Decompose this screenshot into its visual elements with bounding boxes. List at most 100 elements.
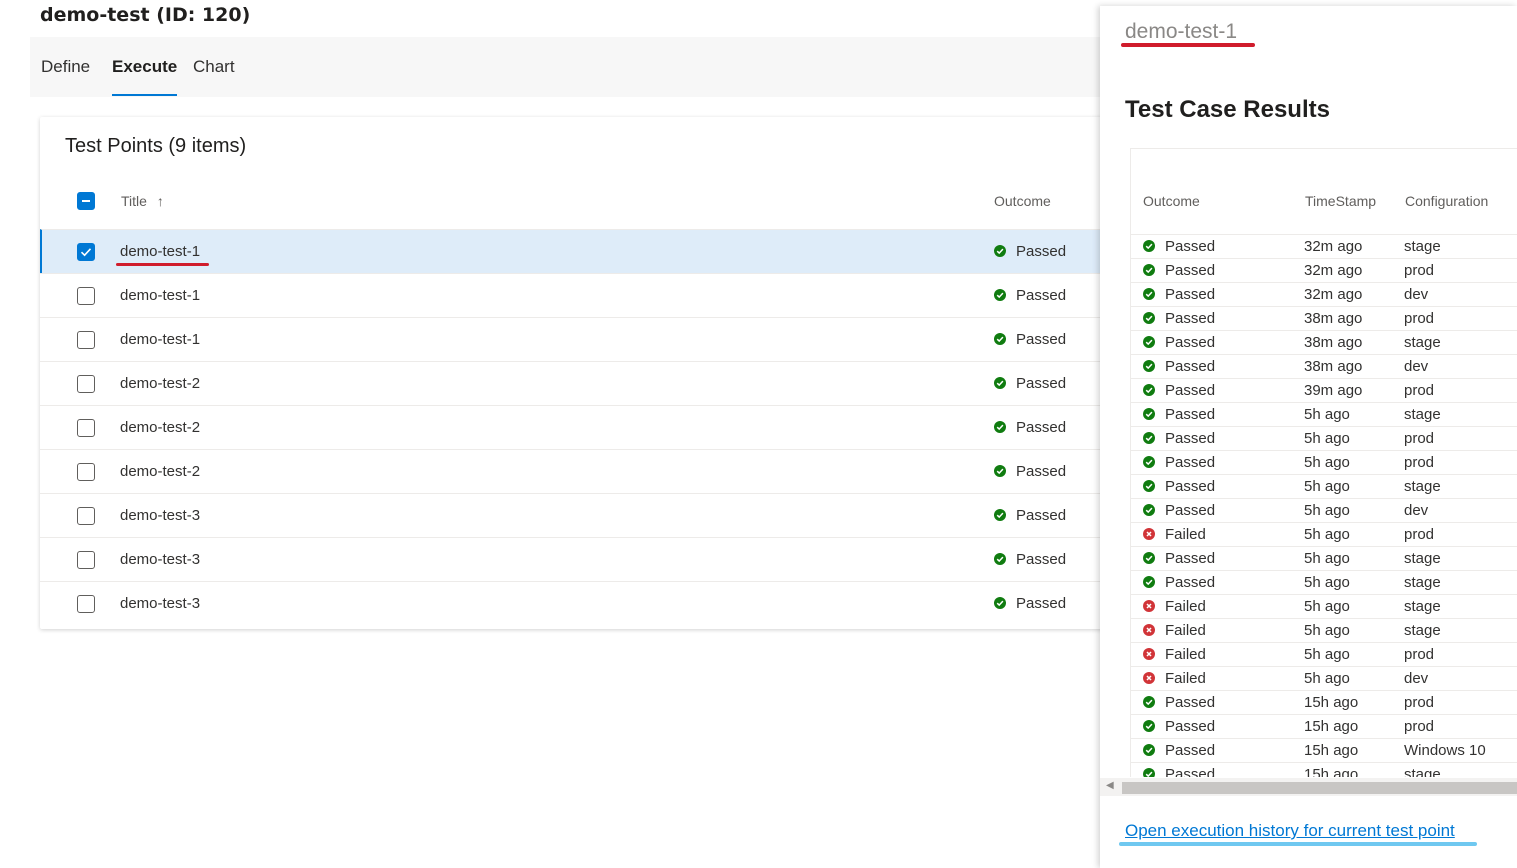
annotation-underline: [1119, 842, 1477, 846]
test-point-title[interactable]: demo-test-2: [120, 463, 200, 480]
result-outcome-label: Passed: [1165, 502, 1216, 519]
test-point-outcome: Passed: [994, 287, 1066, 304]
result-row[interactable]: Passed 32m ago dev: [1131, 282, 1517, 306]
test-point-title[interactable]: demo-test-3: [120, 551, 200, 568]
result-outcome-label: Failed: [1165, 526, 1206, 543]
outcome-label: Passed: [1016, 463, 1067, 480]
test-point-row[interactable]: demo-test-2 Passed: [40, 405, 1110, 449]
result-configuration: dev: [1404, 286, 1429, 303]
horizontal-scrollbar[interactable]: ◀: [1100, 778, 1517, 796]
result-row[interactable]: Passed 5h ago prod: [1131, 426, 1517, 450]
row-checkbox[interactable]: [77, 331, 95, 349]
test-point-title[interactable]: demo-test-3: [120, 595, 200, 612]
result-row[interactable]: Failed 5h ago prod: [1131, 642, 1517, 666]
test-point-row[interactable]: demo-test-2 Passed: [40, 449, 1110, 493]
open-execution-history-link[interactable]: Open execution history for current test …: [1125, 821, 1455, 841]
results-column-configuration[interactable]: Configuration: [1405, 193, 1488, 209]
result-row[interactable]: Passed 38m ago dev: [1131, 354, 1517, 378]
test-point-row[interactable]: demo-test-1 Passed: [40, 229, 1110, 273]
test-point-title[interactable]: demo-test-2: [120, 375, 200, 392]
result-outcome: Passed: [1143, 262, 1215, 279]
passed-status-icon: [1143, 552, 1155, 564]
result-outcome-label: Passed: [1165, 550, 1216, 567]
test-point-row[interactable]: demo-test-1 Passed: [40, 317, 1110, 361]
passed-status-icon: [1143, 240, 1155, 252]
result-outcome: Passed: [1143, 358, 1215, 375]
row-checkbox[interactable]: [77, 419, 95, 437]
result-row[interactable]: Failed 5h ago stage: [1131, 594, 1517, 618]
test-point-title[interactable]: demo-test-3: [120, 507, 200, 524]
result-configuration: stage: [1404, 478, 1441, 495]
result-row[interactable]: Passed 32m ago prod: [1131, 258, 1517, 282]
test-case-results-heading: Test Case Results: [1125, 96, 1330, 123]
passed-status-icon: [1143, 312, 1155, 324]
row-checkbox[interactable]: [77, 287, 95, 305]
row-checkbox[interactable]: [77, 463, 95, 481]
result-row[interactable]: Passed 39m ago prod: [1131, 378, 1517, 402]
passed-status-icon: [1143, 696, 1155, 708]
result-outcome-label: Passed: [1165, 718, 1216, 735]
result-row[interactable]: Passed 15h ago stage: [1131, 762, 1517, 777]
test-point-row[interactable]: demo-test-3 Passed: [40, 537, 1110, 581]
result-timestamp: 5h ago: [1304, 406, 1350, 423]
result-configuration: prod: [1404, 382, 1435, 399]
result-row[interactable]: Passed 5h ago stage: [1131, 570, 1517, 594]
test-point-row[interactable]: demo-test-1 Passed: [40, 273, 1110, 317]
result-timestamp: 32m ago: [1304, 238, 1363, 255]
failed-status-icon: [1143, 600, 1155, 612]
tab-execute[interactable]: Execute: [112, 57, 178, 96]
column-header-title[interactable]: Title ↑: [121, 193, 164, 209]
result-configuration: prod: [1404, 310, 1435, 327]
result-configuration: prod: [1404, 430, 1435, 447]
result-row[interactable]: Passed 5h ago prod: [1131, 450, 1517, 474]
test-point-row[interactable]: demo-test-3 Passed: [40, 581, 1110, 625]
results-column-outcome[interactable]: Outcome: [1143, 193, 1200, 209]
row-checkbox[interactable]: [77, 551, 95, 569]
result-row[interactable]: Passed 5h ago stage: [1131, 474, 1517, 498]
test-point-title[interactable]: demo-test-1: [120, 331, 200, 348]
result-row[interactable]: Passed 15h ago prod: [1131, 690, 1517, 714]
result-configuration: stage: [1404, 622, 1441, 639]
result-row[interactable]: Passed 15h ago prod: [1131, 714, 1517, 738]
tab-bar: Define Execute Chart: [30, 37, 1110, 97]
test-point-title[interactable]: demo-test-1: [120, 243, 200, 260]
passed-status-icon: [994, 465, 1006, 477]
tab-define[interactable]: Define: [41, 57, 90, 77]
result-outcome-label: Passed: [1165, 574, 1216, 591]
row-checkbox[interactable]: [77, 595, 95, 613]
result-row[interactable]: Failed 5h ago prod: [1131, 522, 1517, 546]
column-header-outcome[interactable]: Outcome: [994, 193, 1051, 209]
result-row[interactable]: Passed 5h ago dev: [1131, 498, 1517, 522]
test-point-title[interactable]: demo-test-2: [120, 419, 200, 436]
tab-chart[interactable]: Chart: [193, 57, 235, 77]
test-point-row[interactable]: demo-test-3 Passed: [40, 493, 1110, 537]
outcome-label: Passed: [1016, 375, 1067, 392]
results-column-timestamp[interactable]: TimeStamp: [1305, 193, 1376, 209]
panel-test-name: demo-test-1: [1125, 20, 1238, 43]
select-all-checkbox[interactable]: [77, 192, 95, 210]
row-checkbox[interactable]: [77, 507, 95, 525]
test-point-title[interactable]: demo-test-1: [120, 287, 200, 304]
test-point-row[interactable]: demo-test-2 Passed: [40, 361, 1110, 405]
scroll-left-icon[interactable]: ◀: [1106, 780, 1114, 791]
result-row[interactable]: Failed 5h ago stage: [1131, 618, 1517, 642]
result-row[interactable]: Passed 38m ago stage: [1131, 330, 1517, 354]
result-row[interactable]: Passed 15h ago Windows 10: [1131, 738, 1517, 762]
result-outcome: Failed: [1143, 622, 1206, 639]
passed-status-icon: [994, 245, 1006, 257]
failed-status-icon: [1143, 672, 1155, 684]
scrollbar-thumb[interactable]: [1122, 782, 1517, 794]
result-row[interactable]: Failed 5h ago dev: [1131, 666, 1517, 690]
result-row[interactable]: Passed 5h ago stage: [1131, 546, 1517, 570]
result-row[interactable]: Passed 32m ago stage: [1131, 234, 1517, 258]
passed-status-icon: [1143, 408, 1155, 420]
result-row[interactable]: Passed 38m ago prod: [1131, 306, 1517, 330]
result-row[interactable]: Passed 5h ago stage: [1131, 402, 1517, 426]
test-point-outcome: Passed: [994, 595, 1066, 612]
passed-status-icon: [1143, 768, 1155, 777]
test-points-heading: Test Points (9 items): [65, 135, 247, 157]
result-outcome: Passed: [1143, 694, 1215, 711]
result-outcome-label: Passed: [1165, 358, 1216, 375]
row-checkbox[interactable]: [77, 243, 95, 261]
row-checkbox[interactable]: [77, 375, 95, 393]
